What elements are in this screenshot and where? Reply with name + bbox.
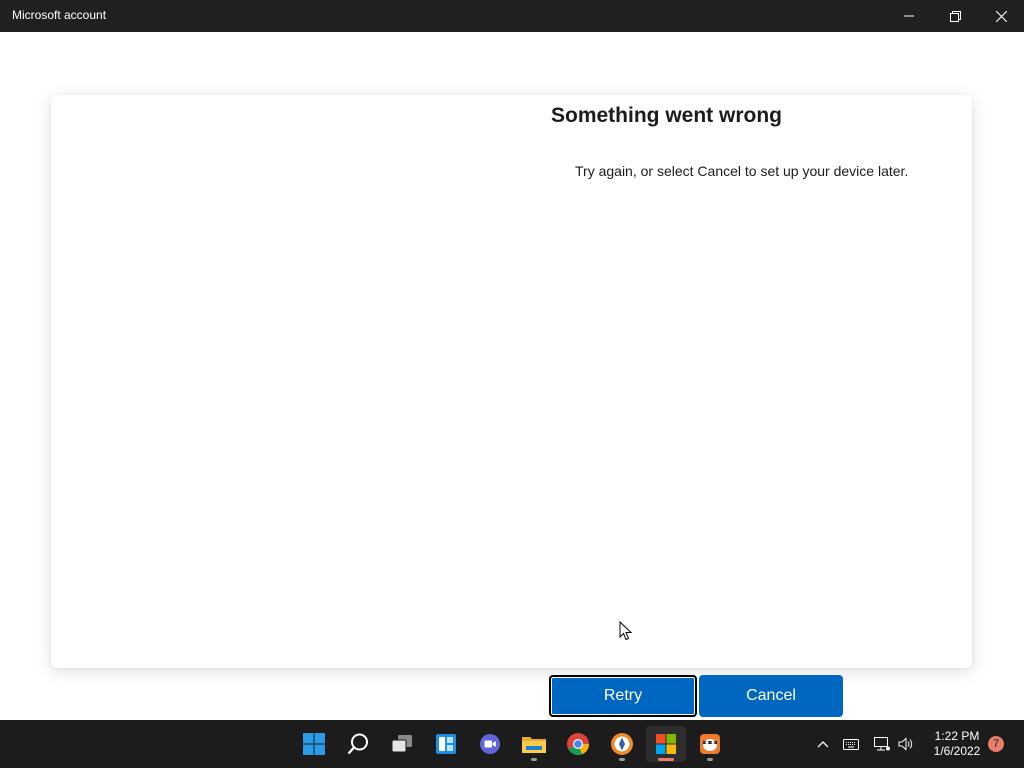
minimize-button[interactable] xyxy=(886,0,932,32)
retry-button[interactable]: Retry xyxy=(549,675,697,717)
brave-icon xyxy=(611,733,633,755)
search-icon xyxy=(347,733,368,755)
volume-icon xyxy=(898,737,913,751)
start-icon xyxy=(303,733,325,755)
close-icon xyxy=(995,10,1007,22)
running-indicator xyxy=(707,758,713,761)
notification-badge[interactable]: 7 xyxy=(988,736,1004,752)
search-button[interactable] xyxy=(338,726,378,762)
title-bar: Microsoft account xyxy=(0,0,1024,32)
clock-date: 1/6/2022 xyxy=(933,744,981,758)
network-button[interactable] xyxy=(872,720,892,768)
task-view-button[interactable] xyxy=(382,726,422,762)
file-explorer-icon xyxy=(522,737,546,753)
start-button[interactable] xyxy=(294,726,334,762)
teams-chat-button[interactable] xyxy=(470,726,510,762)
teams-chat-icon xyxy=(480,734,500,754)
widgets-icon xyxy=(436,734,456,754)
taskbar: 1:22 PM 1/6/2022 xyxy=(0,720,1024,768)
chrome-button[interactable] xyxy=(558,726,598,762)
running-indicator xyxy=(531,758,537,761)
close-button[interactable] xyxy=(978,0,1024,32)
network-icon xyxy=(874,737,890,751)
brave-button[interactable] xyxy=(602,726,642,762)
running-indicator xyxy=(619,758,625,761)
microsoft-store-icon xyxy=(656,734,676,754)
clock[interactable]: 1:22 PM 1/6/2022 xyxy=(926,729,988,759)
chrome-icon xyxy=(567,733,590,756)
clock-time: 1:22 PM xyxy=(934,729,980,743)
keyboard-button[interactable] xyxy=(840,720,862,768)
mouse-pointer-icon xyxy=(619,621,633,641)
restore-button[interactable] xyxy=(932,0,978,32)
cancel-button[interactable]: Cancel xyxy=(699,675,843,717)
page-title: Something went wrong xyxy=(551,104,782,127)
microsoft-store-button[interactable] xyxy=(646,726,686,762)
content-card xyxy=(51,95,972,668)
restore-icon xyxy=(949,10,961,22)
file-explorer-button[interactable] xyxy=(514,726,554,762)
widgets-button[interactable] xyxy=(426,726,466,762)
error-message: Try again, or select Cancel to set up yo… xyxy=(575,163,909,179)
show-hidden-icons-button[interactable] xyxy=(812,720,834,768)
chevron-up-icon xyxy=(817,741,829,748)
app-button[interactable] xyxy=(690,726,730,762)
minimize-icon xyxy=(904,15,914,17)
keyboard-icon xyxy=(843,738,859,750)
active-indicator xyxy=(658,758,674,761)
volume-button[interactable] xyxy=(896,720,916,768)
task-view-icon xyxy=(391,735,412,753)
window-title: Microsoft account xyxy=(12,8,107,22)
app-icon xyxy=(700,734,720,754)
